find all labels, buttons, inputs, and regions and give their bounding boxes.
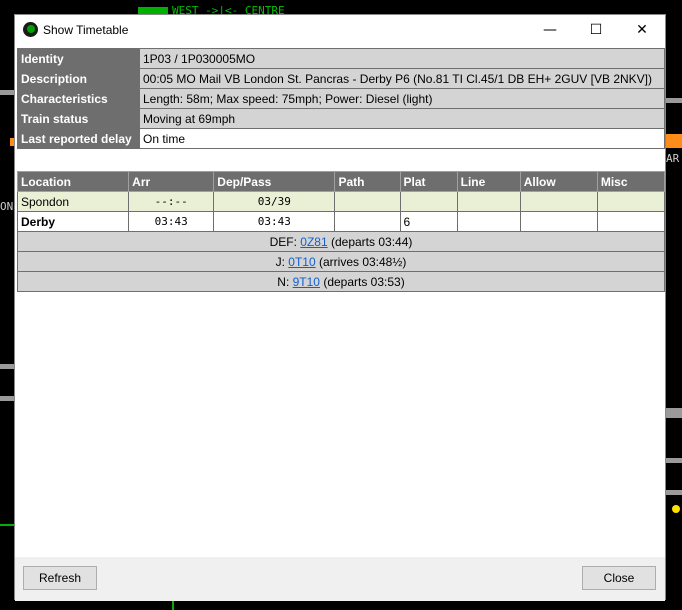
cell-misc (596, 191, 666, 212)
header-dep-pass: Dep/Pass (213, 171, 336, 192)
bg-track-right-4 (666, 490, 682, 495)
cell-location: Spondon (16, 191, 130, 212)
train-link-0t10[interactable]: 0T10 (288, 255, 315, 269)
connection-prefix: DEF: (269, 234, 301, 249)
bg-label-right: AR (666, 152, 680, 165)
header-arr: Arr (128, 171, 215, 192)
connection-cell: J: 0T10 (arrives 03:48½) (17, 251, 665, 272)
cell-allow (519, 191, 598, 212)
app-icon (23, 22, 38, 37)
cell-dep: 03/39 (213, 191, 336, 212)
timetable-table: Location Arr Dep/Pass Path Plat Line All… (16, 171, 666, 292)
timetable-window: Show Timetable — ☐ ✕ Identity 1P03 / 1P0… (14, 14, 666, 601)
bg-track-right-2 (666, 408, 682, 418)
connection-suffix: (arrives 03:48½) (315, 254, 407, 269)
window-content: Identity 1P03 / 1P030005MO Description 0… (15, 45, 666, 557)
status-label: Train status (17, 108, 140, 129)
close-window-button[interactable]: ✕ (619, 15, 665, 45)
info-row-description: Description 00:05 MO Mail VB London St. … (17, 68, 665, 89)
identity-value: 1P03 / 1P030005MO (139, 48, 665, 69)
cell-path (334, 211, 401, 232)
connection-cell: DEF: 0Z81 (departs 03:44) (17, 231, 665, 252)
cell-allow (519, 211, 598, 232)
connection-prefix: J: (275, 254, 289, 269)
info-row-characteristics: Characteristics Length: 58m; Max speed: … (17, 88, 665, 109)
cell-line (456, 211, 521, 232)
connection-cell: N: 9T10 (departs 03:53) (17, 271, 665, 292)
description-label: Description (17, 68, 140, 89)
bg-signal-dot (672, 505, 680, 513)
bg-label-left: ON (0, 200, 14, 213)
status-value: Moving at 69mph (139, 108, 665, 129)
bg-track-line-bottom (0, 524, 14, 526)
characteristics-label: Characteristics (17, 88, 140, 109)
bg-track-left-1 (0, 90, 14, 95)
description-value: 00:05 MO Mail VB London St. Pancras - De… (139, 68, 665, 89)
info-row-status: Train status Moving at 69mph (17, 108, 665, 129)
train-info-table: Identity 1P03 / 1P030005MO Description 0… (17, 48, 665, 149)
cell-line (456, 191, 521, 212)
cell-plat (399, 191, 458, 212)
table-row: Derby 03:43 03:43 6 (16, 211, 666, 232)
header-plat: Plat (399, 171, 458, 192)
window-title: Show Timetable (43, 23, 129, 37)
bg-track-right-1 (666, 98, 682, 103)
bg-signal-right (666, 134, 682, 148)
header-location: Location (16, 171, 130, 192)
connection-row-j: J: 0T10 (arrives 03:48½) (17, 251, 665, 272)
identity-label: Identity (17, 48, 140, 69)
header-line: Line (456, 171, 521, 192)
title-bar[interactable]: Show Timetable — ☐ ✕ (15, 15, 665, 45)
connection-row-n: N: 9T10 (departs 03:53) (17, 271, 665, 292)
header-allow: Allow (519, 171, 598, 192)
cell-misc (596, 211, 666, 232)
train-link-9t10[interactable]: 9T10 (293, 275, 320, 289)
characteristics-value: Length: 58m; Max speed: 75mph; Power: Di… (139, 88, 665, 109)
maximize-button[interactable]: ☐ (573, 15, 619, 45)
train-link-0z81[interactable]: 0Z81 (300, 235, 327, 249)
bg-track-left-2 (0, 364, 14, 369)
info-row-delay: Last reported delay On time (17, 128, 665, 149)
timetable-header-row: Location Arr Dep/Pass Path Plat Line All… (16, 171, 666, 192)
cell-plat: 6 (399, 211, 458, 232)
minimize-button[interactable]: — (527, 15, 573, 45)
connection-suffix: (departs 03:53) (319, 274, 405, 289)
cell-dep: 03:43 (213, 211, 336, 232)
bg-track-right-3 (666, 458, 682, 463)
delay-value: On time (139, 128, 665, 149)
cell-arr: 03:43 (128, 211, 215, 232)
bg-track-left-3 (0, 396, 14, 401)
refresh-button[interactable]: Refresh (23, 566, 97, 590)
connection-suffix: (departs 03:44) (327, 234, 413, 249)
cell-arr: --:-- (128, 191, 215, 212)
info-row-identity: Identity 1P03 / 1P030005MO (17, 48, 665, 69)
close-button[interactable]: Close (582, 566, 656, 590)
cell-path (334, 191, 401, 212)
table-row: Spondon --:-- 03/39 (16, 191, 666, 212)
header-misc: Misc (596, 171, 666, 192)
connection-prefix: N: (277, 274, 293, 289)
delay-label: Last reported delay (17, 128, 140, 149)
header-path: Path (334, 171, 401, 192)
dialog-footer: Refresh Close (15, 557, 665, 601)
connection-row-def: DEF: 0Z81 (departs 03:44) (17, 231, 665, 252)
cell-location: Derby (16, 211, 130, 232)
